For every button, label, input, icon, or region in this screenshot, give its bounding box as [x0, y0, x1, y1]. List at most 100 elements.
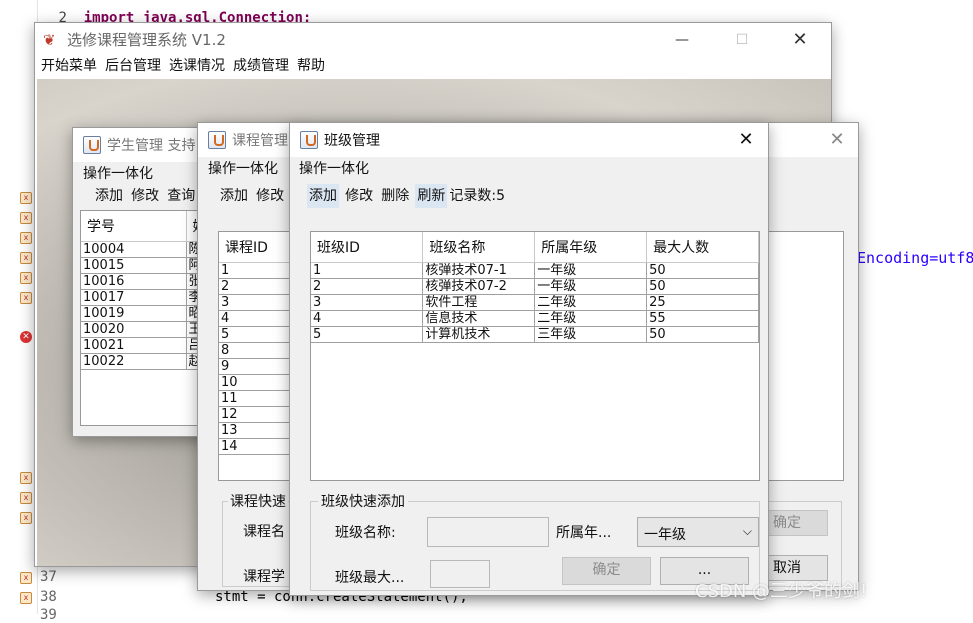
cell: 10017 [81, 289, 187, 306]
minimize-button[interactable]: — [659, 23, 705, 57]
cell: 10021 [81, 337, 187, 354]
table-row[interactable]: 2 核弹技术07-2 一年级 50 [311, 278, 759, 295]
course-name-label: 课程名 [243, 524, 285, 540]
warning-marker-icon: x [20, 292, 32, 304]
confirm-button[interactable]: 确定 [562, 557, 651, 585]
cell: 二年级 [534, 294, 648, 311]
window-title: 学生管理 支持 [107, 138, 196, 154]
maximize-button[interactable]: ☐ [719, 23, 765, 57]
cell: 5 [311, 326, 424, 343]
cell: 1 [311, 262, 424, 279]
column-header[interactable]: 班级ID [311, 232, 424, 263]
java-cup-icon [83, 136, 101, 154]
window-title: 班级管理 [324, 133, 380, 149]
cell: 10004 [81, 241, 187, 258]
table-row[interactable]: 5 计算机技术 三年级 50 [311, 326, 759, 343]
warning-marker-icon: x [20, 492, 32, 504]
table-row[interactable]: 4 信息技术 二年级 55 [311, 310, 759, 327]
table-row[interactable]: 3 软件工程 二年级 25 [311, 294, 759, 311]
window-title: 选修课程管理系统 V1.2 [67, 31, 226, 49]
main-titlebar: ❦ 选修课程管理系统 V1.2 — ☐ ✕ [35, 23, 831, 56]
cell: 10022 [81, 353, 187, 370]
error-marker-icon: ✕ [20, 331, 32, 343]
add-button[interactable]: 添加 [218, 184, 250, 208]
warning-marker-icon: x [20, 252, 32, 264]
close-button[interactable]: ✕ [777, 23, 823, 57]
table-row[interactable]: 1 核弹技术07-1 一年级 50 [311, 262, 759, 279]
column-header[interactable]: 班级名称 [422, 232, 536, 263]
class-name-label: 班级名称: [335, 525, 396, 541]
cell: 25 [646, 294, 759, 311]
editor-gutter [0, 0, 38, 614]
add-button[interactable]: 添加 [307, 184, 339, 208]
edit-button[interactable]: 修改 [254, 184, 286, 208]
refresh-button[interactable]: 刷新 [415, 184, 448, 208]
line-number: 39 [40, 607, 57, 623]
cell: 50 [646, 262, 759, 279]
class-toolbar: 添加 修改 删除 刷新 记录数:5 [307, 184, 507, 208]
close-button[interactable]: ✕ [814, 123, 860, 157]
column-header[interactable]: 学号 [81, 211, 187, 242]
grade-select-value: 一年级 [644, 527, 686, 543]
cell: 3 [311, 294, 424, 311]
menu-bar: 开始菜单 后台管理 选课情况 成绩管理 帮助 [37, 55, 329, 77]
menu-help[interactable]: 帮助 [293, 55, 329, 77]
column-header[interactable]: 所属年级 [534, 232, 648, 263]
max-count-label: 班级最大... [335, 570, 405, 586]
cell: 4 [311, 310, 424, 327]
warning-marker-icon: x [20, 472, 32, 484]
cell: 50 [646, 278, 759, 295]
panel-title: 操作一体化 [299, 161, 369, 177]
menu-admin[interactable]: 后台管理 [101, 55, 165, 77]
cell: 核弹技术07-2 [422, 278, 536, 295]
max-count-input[interactable] [430, 560, 490, 588]
warning-marker-icon: x [20, 512, 32, 524]
line-number: 38 [40, 589, 57, 605]
cell: 2 [311, 278, 424, 295]
warning-marker-icon: x [20, 592, 32, 604]
warning-marker-icon: x [20, 572, 32, 584]
line-number: 37 [40, 569, 57, 585]
warning-marker-icon: x [20, 232, 32, 244]
delete-button[interactable]: 删除 [379, 184, 411, 208]
warning-marker-icon: x [20, 192, 32, 204]
cell: 计算机技术 [422, 326, 536, 343]
add-button[interactable]: 添加 [93, 184, 125, 208]
cell: 核弹技术07-1 [422, 262, 536, 279]
warning-marker-icon: x [20, 212, 32, 224]
warning-marker-icon: x [20, 272, 32, 284]
cell: 一年级 [534, 278, 648, 295]
code-fragment-encoding: Encoding=utf8 [857, 249, 973, 267]
cell: 55 [646, 310, 759, 327]
grade-select[interactable]: 一年级 ⌵ [637, 517, 759, 547]
java-cup-icon [208, 131, 226, 149]
window-title: 课程管理 [232, 133, 288, 149]
cell: 10015 [81, 257, 187, 274]
record-count: 记录数:5 [449, 188, 506, 204]
cell: 三年级 [534, 326, 648, 343]
course-toolbar: 添加 修改 [218, 184, 286, 208]
class-titlebar: 班级管理 ✕ [290, 123, 768, 157]
class-window: 班级管理 ✕ 操作一体化 添加 修改 删除 刷新 记录数:5 班级ID 班级名称 … [289, 122, 769, 596]
edit-button[interactable]: 修改 [343, 184, 375, 208]
column-header[interactable]: 最大人数 [646, 232, 759, 263]
student-toolbar: 添加 修改 查询 [93, 184, 197, 208]
close-button[interactable]: ✕ [723, 123, 769, 157]
edit-button[interactable]: 修改 [129, 184, 161, 208]
panel-title: 操作一体化 [208, 161, 278, 177]
query-button[interactable]: 查询 [165, 184, 197, 208]
app-logo-icon: ❦ [43, 30, 56, 49]
cell: 信息技术 [422, 310, 536, 327]
panel-title: 班级快速添加 [318, 491, 408, 511]
class-name-input[interactable] [427, 517, 549, 547]
cell: 二年级 [534, 310, 648, 327]
menu-grades[interactable]: 成绩管理 [229, 55, 293, 77]
cell: 10019 [81, 305, 187, 322]
grade-label: 所属年... [556, 525, 612, 541]
cell: 一年级 [534, 262, 648, 279]
chevron-down-icon: ⌵ [742, 524, 752, 538]
menu-enrollment[interactable]: 选课情况 [165, 55, 229, 77]
cell: 50 [646, 326, 759, 343]
watermark: CSDN @三少爷的剑! [695, 581, 868, 602]
menu-start[interactable]: 开始菜单 [37, 55, 101, 77]
